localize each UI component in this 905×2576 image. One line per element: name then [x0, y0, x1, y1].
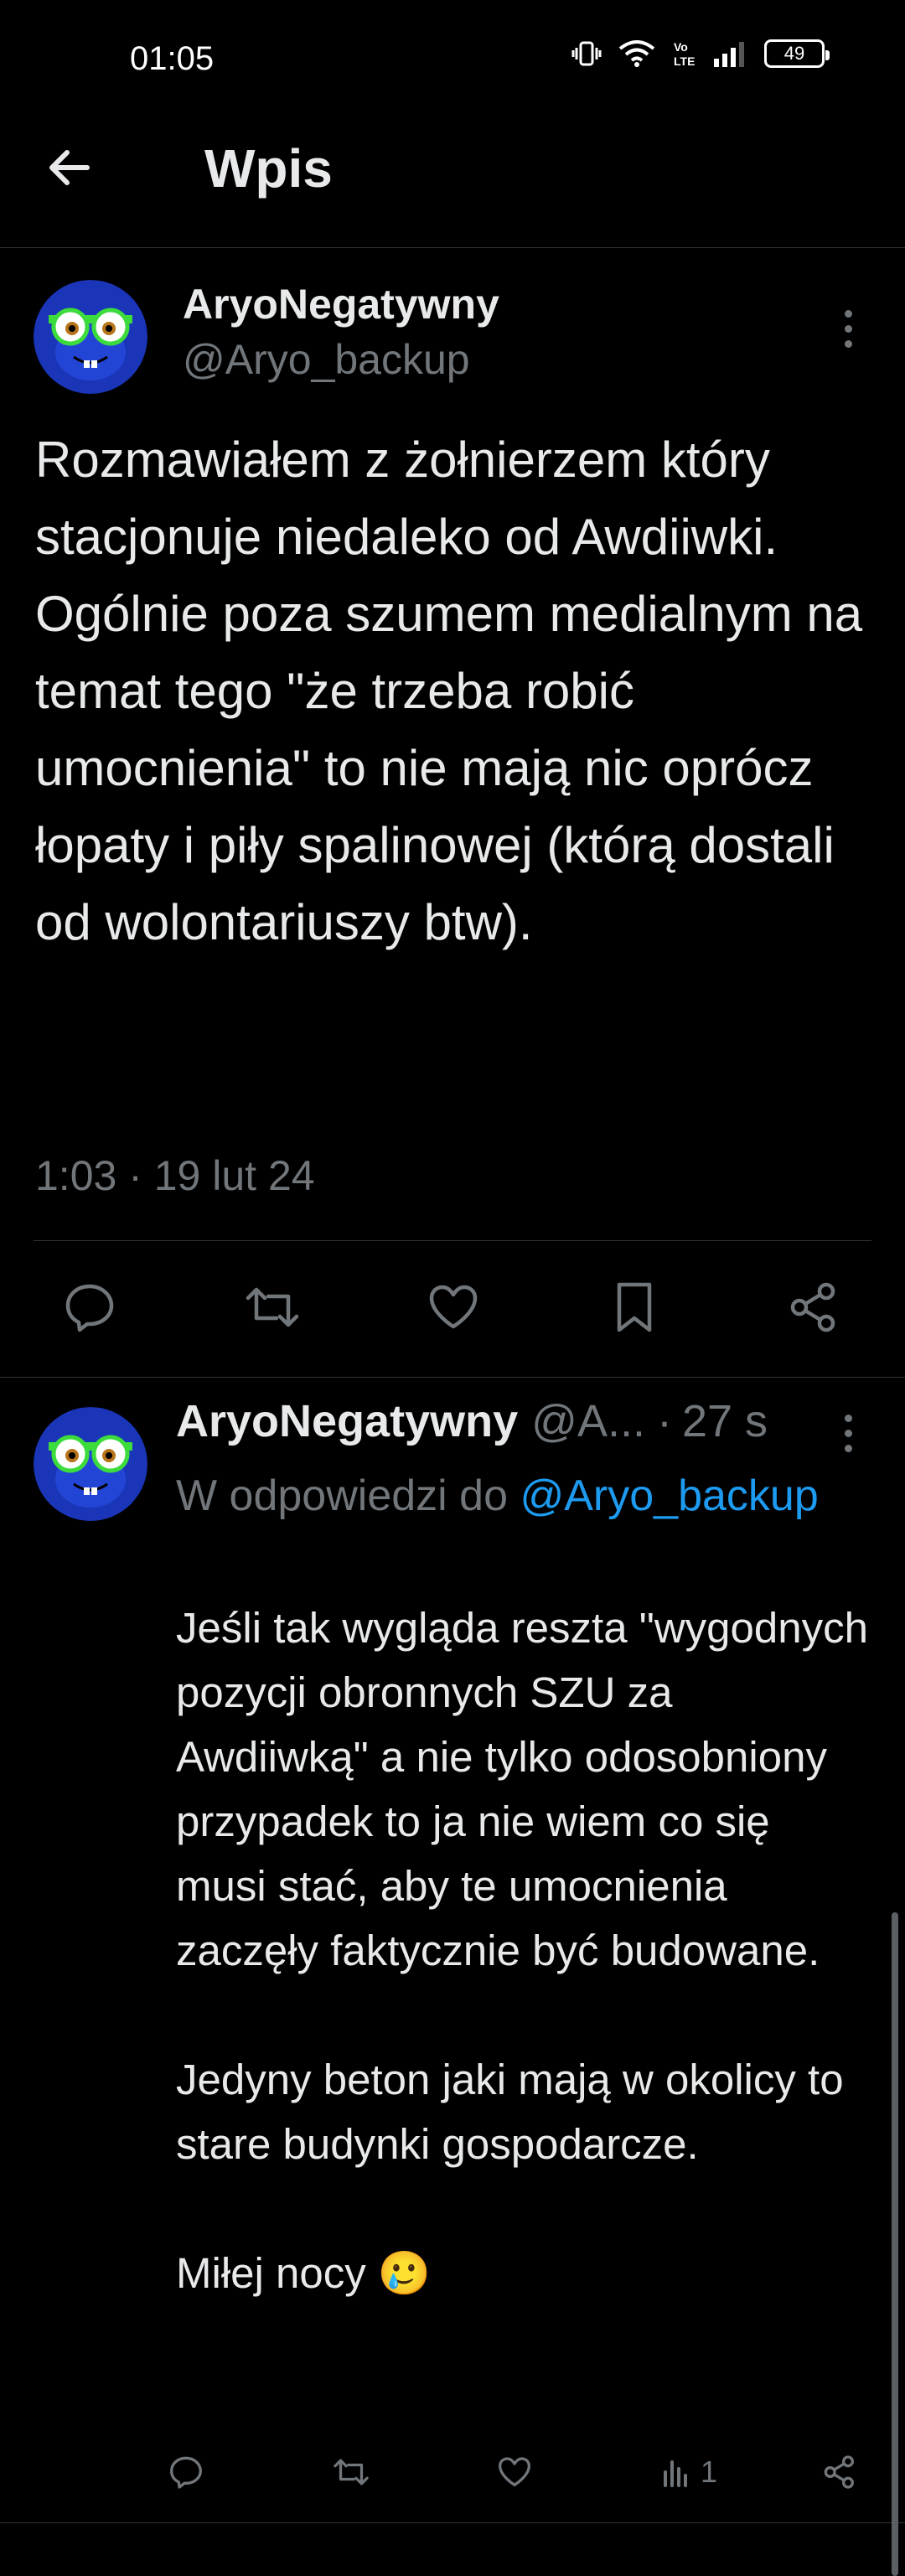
vibrate-icon: [571, 41, 602, 66]
retweet-icon: [334, 2459, 369, 2485]
wifi-icon: [618, 40, 655, 67]
battery-icon: 49: [764, 39, 830, 68]
reply-share-button[interactable]: [821, 2443, 858, 2501]
reply-context: W odpowiedzi do @Aryo_backup: [176, 1463, 846, 1529]
like-icon: [429, 1285, 478, 1329]
svg-text:Vo: Vo: [674, 40, 688, 54]
share-icon: [790, 1282, 835, 1332]
reply-icon: [65, 1284, 114, 1332]
more-dot: [844, 1429, 852, 1437]
reply-views-button[interactable]: 1: [660, 2443, 717, 2501]
tweet-timestamp[interactable]: 1:03 · 19 lut 24: [35, 1151, 315, 1200]
reply-avatar[interactable]: [34, 1407, 147, 1521]
retweet-icon: [246, 1287, 299, 1327]
divider: [34, 1240, 871, 1241]
reply-author-handle[interactable]: @A...: [531, 1395, 645, 1447]
reply-text: Jeśli tak wygląda reszta "wygodnych pozy…: [176, 1604, 868, 2297]
separator: ·: [656, 1396, 672, 1446]
more-dot: [844, 324, 852, 333]
author-handle[interactable]: @Aryo_backup: [183, 335, 470, 384]
views-count: 1: [701, 2454, 718, 2489]
back-button[interactable]: [44, 126, 111, 209]
status-icons: Vo LTE 49: [571, 39, 830, 69]
divider: [0, 2522, 905, 2523]
bookmark-button[interactable]: [597, 1270, 672, 1345]
like-button[interactable]: [416, 1270, 491, 1345]
bookmark-icon: [617, 1282, 652, 1332]
retweet-button[interactable]: [235, 1270, 310, 1345]
avatar-image: [34, 1407, 147, 1521]
reply-header: AryoNegatywny @A... · 27 s: [176, 1395, 813, 1447]
avatar[interactable]: [34, 280, 147, 394]
views-icon: [664, 2460, 687, 2487]
more-options-button[interactable]: [831, 303, 865, 354]
reply-reply-button[interactable]: [168, 2443, 204, 2501]
share-icon: [824, 2455, 854, 2489]
like-icon: [499, 2457, 530, 2486]
reply-to-prefix: W odpowiedzi do: [176, 1472, 520, 1520]
reply-more-options-button[interactable]: [831, 1408, 865, 1458]
tweet-text: Rozmawiałem z żołnierzem który stacjonuj…: [35, 432, 863, 950]
header: Wpis: [0, 126, 905, 248]
reply-time[interactable]: 27 s: [682, 1395, 768, 1447]
more-dot: [844, 1414, 852, 1422]
reply-like-button[interactable]: [496, 2443, 533, 2501]
reply-icon: [170, 2456, 202, 2489]
page-title: Wpis: [204, 138, 333, 199]
volte-icon: Vo LTE: [674, 40, 695, 68]
tweet-actions: [0, 1270, 905, 1345]
reply-to-mention[interactable]: @Aryo_backup: [520, 1472, 818, 1520]
more-dot: [844, 1444, 852, 1452]
signal-icon: [714, 42, 744, 67]
author-name[interactable]: AryoNegatywny: [183, 280, 499, 328]
arrow-left-icon: [49, 150, 90, 185]
avatar-image: [34, 280, 147, 394]
status-bar: 01:05 Vo LTE 49: [0, 0, 905, 126]
scrollbar[interactable]: [892, 1912, 898, 2576]
battery-level: 49: [783, 43, 805, 64]
svg-text:LTE: LTE: [674, 54, 695, 68]
more-dot: [844, 309, 852, 318]
share-button[interactable]: [776, 1270, 851, 1345]
reply-retweet-button[interactable]: [332, 2443, 370, 2501]
reply-button[interactable]: [52, 1270, 127, 1345]
more-dot: [844, 339, 852, 348]
reply-author-name[interactable]: AryoNegatywny: [176, 1395, 518, 1447]
status-time: 01:05: [130, 40, 215, 77]
reply-actions: 1: [168, 2443, 871, 2501]
divider: [0, 1377, 905, 1378]
